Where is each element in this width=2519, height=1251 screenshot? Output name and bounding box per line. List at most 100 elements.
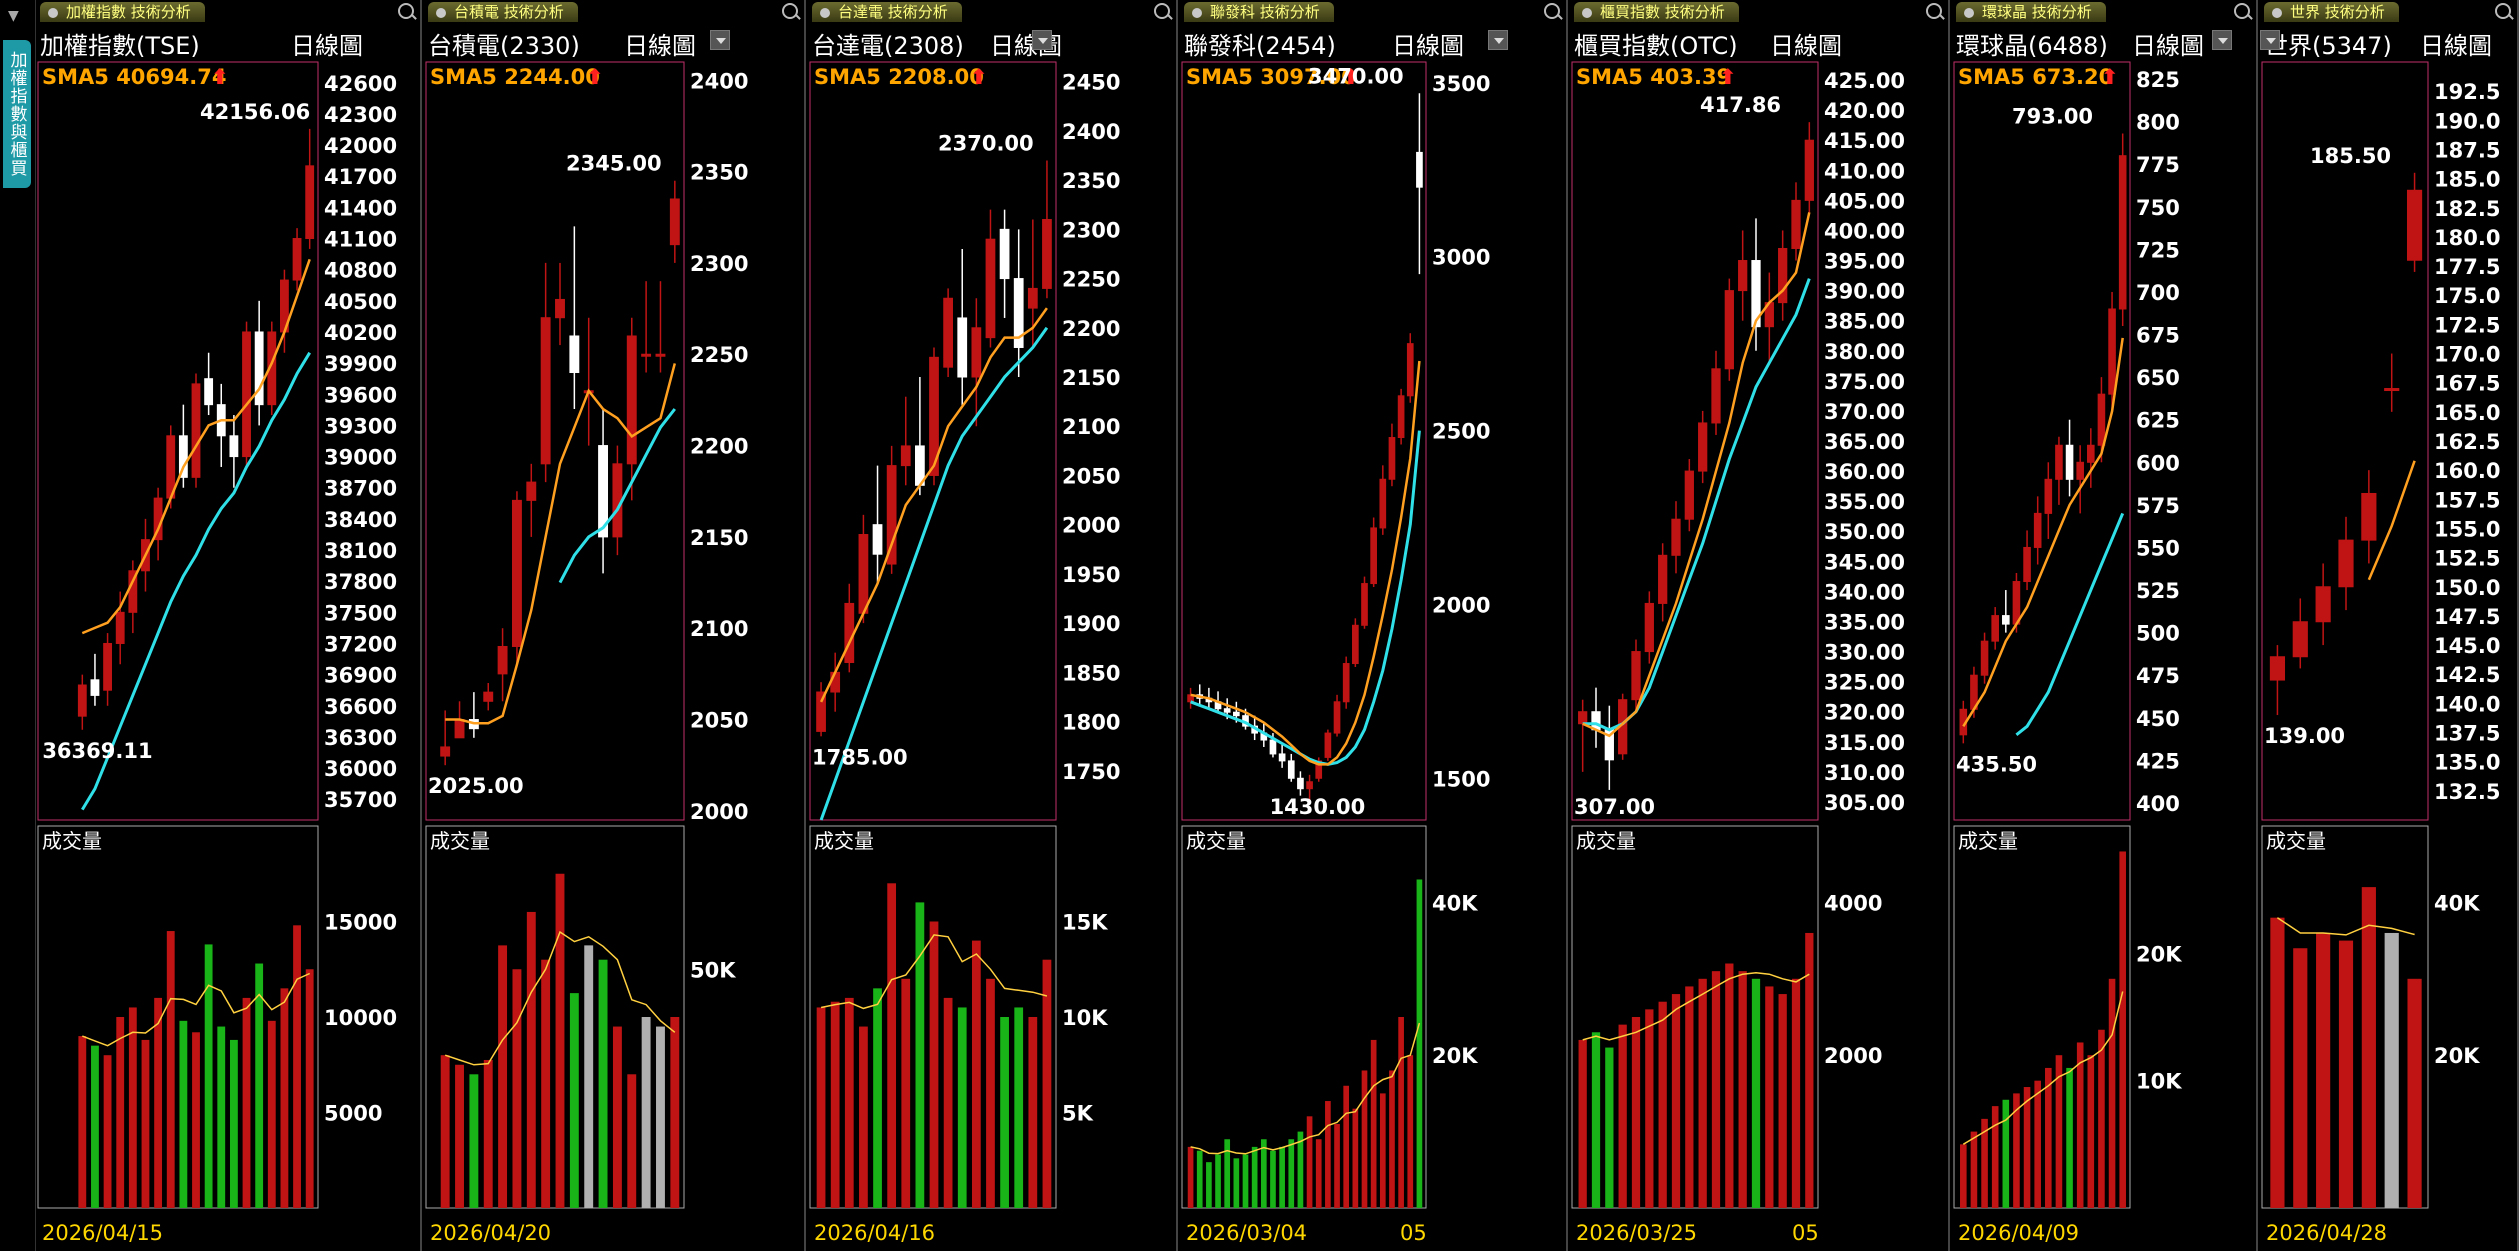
volume-bar [116,1017,125,1208]
candle [1684,459,1694,532]
sma-label: SMA5 2208.00 [814,65,984,89]
chart-svg[interactable]: 425.00 420.00 415.00 410.00 405.00 400.00 395.… [1570,0,1950,1251]
candle-body [669,198,680,246]
volume-bar [204,944,213,1208]
chart-svg[interactable]: 2450 2400 2350 2300 2250 2200 2150 2100 2050 2000… [808,0,1178,1251]
candle [128,560,138,634]
volume-bar [873,988,882,1208]
price-tick-label: 2250 [690,343,748,367]
price-tick-label: 2000 [1062,514,1120,538]
volume-bar [1288,1139,1295,1208]
candle-body [1361,583,1368,626]
low-price-label: 1785.00 [812,745,908,769]
candle [1287,753,1295,782]
chart-svg[interactable]: 192.5 190.0 187.5 185.0 182.5 180.0 177.5 175.0… [2260,0,2519,1251]
price-tick-label: 390.00 [1824,280,1905,304]
candle-body [1416,151,1423,188]
chart-panel-otc[interactable]: 櫃買指數 技術分析 櫃買指數(OTC) 日線圖 2026/03/25 05 42… [1570,0,1950,1251]
volume-bar [2066,1067,2073,1208]
volume-tick-label: 5K [1062,1102,1094,1126]
price-tick-label: 42300 [324,103,397,127]
chart-panel-6488[interactable]: 環球晶 技術分析 環球晶(6488) 日線圖 2026/04/09 825 800… [1952,0,2258,1251]
candle-body [1591,711,1601,731]
volume-bar [1970,1131,1978,1208]
volume-bar [1379,1093,1386,1208]
price-tick-label: 2100 [1062,415,1120,439]
price-tick-label: 180.0 [2434,226,2500,250]
candle-body [1397,395,1405,439]
candle [1388,423,1396,487]
volume-tick-label: 20K [1432,1044,1478,1068]
candle-body [2118,155,2127,310]
candle-body [1711,368,1721,424]
candle [569,226,580,410]
chart-panel-tse[interactable]: 加權指數 技術分析 加權指數(TSE) 日線圖 2026/04/15 42600… [36,0,422,1251]
chart-panel-5347[interactable]: 世界 技術分析 世界(5347) 日線圖 2026/04/28 192.5 190… [2260,0,2519,1251]
volume-bar [541,959,551,1208]
volume-bar [1389,1070,1395,1208]
volume-bar [1645,1009,1654,1208]
volume-bar [1416,879,1423,1208]
sma-label: SMA5 673.20 [1958,65,2113,89]
price-tick-label: 2100 [690,617,748,641]
volume-bar [943,997,953,1208]
chart-svg[interactable]: 2400 2350 2300 2250 2200 2150 2100 2050 2000 50K S… [424,0,806,1251]
volume-bar [1352,1108,1359,1208]
volume-bar [280,988,289,1208]
volume-bar [844,997,854,1208]
candle [1324,729,1332,761]
candle [511,491,522,665]
volume-bar [2098,1029,2105,1208]
up-arrow-icon: ⬆ [2101,65,2119,89]
price-tick-label: 625 [2136,409,2180,433]
candle [1278,743,1286,768]
volume-bar [1578,1039,1587,1208]
candle [971,298,982,427]
volume-bar [293,925,301,1208]
price-tick-label: 1500 [1432,767,1490,791]
price-tick-label: 650 [2136,366,2180,390]
chart-svg[interactable]: 3500300025002000150040K20KSMA5 3097.00⬆3… [1180,0,1568,1251]
chart-svg[interactable]: 42600 42300 42000 41700 41400 41100 40800 40500… [36,0,422,1251]
price-tick-label: 37500 [324,601,397,625]
candle-body [2315,586,2331,623]
price-tick-label: 41100 [324,228,397,252]
volume-bar [229,1039,238,1208]
price-tick-label: 400 [2136,792,2180,816]
price-tick-label: 1900 [1062,612,1120,636]
candle [2065,419,2074,497]
chart-panel-2454[interactable]: 聯發科 技術分析 聯發科(2454) 日線圖 2026/03/04 05 350… [1180,0,1568,1251]
candle [1352,618,1359,668]
candle [468,692,479,738]
price-tick-label: 800 [2136,111,2180,135]
price-tick-label: 167.5 [2434,372,2500,396]
volume-bar [1014,1007,1024,1208]
price-tick-label: 355.00 [1824,490,1905,514]
volume-bar [1242,1154,1249,1208]
volume-bar [598,959,608,1208]
price-tick-label: 36000 [324,757,397,781]
price-tick-label: 365.00 [1824,430,1905,454]
chart-svg[interactable]: 825 800 775 750 725 700 675 650 625 600 575 550 525 5… [1952,0,2258,1251]
collapse-arrow-icon[interactable]: ▼ [8,8,19,24]
price-tick-label: 2400 [690,69,748,93]
volume-bar [1196,1150,1203,1208]
candle [2087,428,2095,488]
volume-bar [887,883,897,1208]
volume-bar [267,1020,276,1208]
candle-body [204,378,214,406]
volume-label: 成交量 [1958,829,2018,853]
chart-panel-2330[interactable]: 台積電 技術分析 台積電(2330) 日線圖 2026/04/20 2400 23… [424,0,806,1251]
volume-bar [584,945,594,1208]
volume-bar [166,931,175,1208]
candle-body [1388,437,1396,480]
chart-panel-2308[interactable]: 台達電 技術分析 台達電(2308) 日線圖 2026/04/16 2450 24… [808,0,1178,1251]
sidebar-tab[interactable]: 加權指數與櫃買 [3,40,31,188]
candle-body [1791,199,1801,249]
candle-body [191,383,201,478]
candle [216,383,226,467]
volume-bar [957,1007,967,1208]
price-tick-label: 600 [2136,451,2180,475]
candle [2002,590,2010,633]
candle [915,377,925,496]
